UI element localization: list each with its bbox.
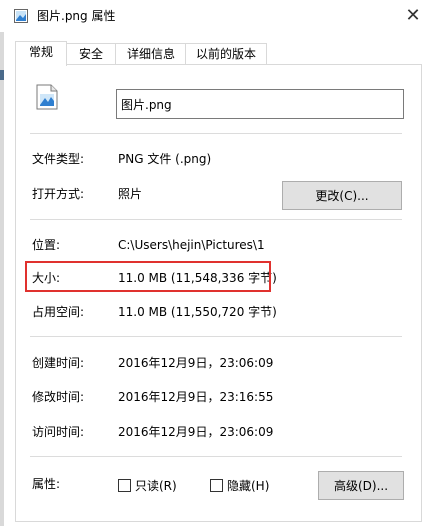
size-highlight-box bbox=[25, 261, 271, 292]
file-name-input[interactable] bbox=[121, 92, 391, 116]
tab-security[interactable]: 安全 bbox=[65, 43, 117, 65]
location-value: C:\Users\hejin\Pictures\1 bbox=[118, 238, 265, 252]
image-file-icon bbox=[14, 9, 28, 23]
accessed-value: 2016年12月9日，23:06:09 bbox=[118, 425, 274, 439]
background-window-accent bbox=[0, 70, 4, 80]
location-label: 位置: bbox=[32, 238, 61, 252]
divider bbox=[30, 336, 402, 337]
checkbox-box[interactable] bbox=[210, 479, 223, 492]
accessed-label: 访问时间: bbox=[32, 425, 85, 439]
tab-details[interactable]: 详细信息 bbox=[115, 43, 187, 65]
opens-with-label: 打开方式: bbox=[32, 187, 85, 201]
size-on-disk-label: 占用空间: bbox=[32, 305, 85, 319]
file-name-field[interactable] bbox=[116, 89, 404, 119]
opens-with-value: 照片 bbox=[118, 187, 143, 201]
advanced-button[interactable]: 高级(D)... bbox=[318, 471, 404, 500]
close-icon[interactable]: ✕ bbox=[398, 2, 428, 28]
change-button[interactable]: 更改(C)... bbox=[282, 181, 402, 210]
hidden-checkbox-label: 隐藏(H) bbox=[227, 479, 270, 493]
image-file-icon bbox=[36, 84, 58, 110]
modified-label: 修改时间: bbox=[32, 390, 85, 404]
readonly-checkbox[interactable]: 只读(R) bbox=[118, 477, 177, 494]
window-title: 图片.png 属性 bbox=[37, 9, 116, 23]
file-type-label: 文件类型: bbox=[32, 152, 85, 166]
checkbox-box[interactable] bbox=[118, 479, 131, 492]
hidden-checkbox[interactable]: 隐藏(H) bbox=[210, 477, 269, 494]
size-on-disk-value: 11.0 MB (11,550,720 字节) bbox=[118, 305, 277, 319]
divider bbox=[30, 219, 402, 220]
created-value: 2016年12月9日，23:06:09 bbox=[118, 356, 274, 370]
divider bbox=[30, 133, 402, 134]
file-type-value: PNG 文件 (.png) bbox=[118, 152, 212, 166]
tab-previous-versions[interactable]: 以前的版本 bbox=[185, 43, 267, 65]
created-label: 创建时间: bbox=[32, 356, 85, 370]
modified-value: 2016年12月9日，23:16:55 bbox=[118, 390, 274, 404]
background-window-edge bbox=[0, 32, 4, 526]
divider bbox=[30, 456, 402, 457]
attributes-label: 属性: bbox=[32, 477, 61, 491]
tab-general[interactable]: 常规 bbox=[15, 41, 67, 66]
readonly-checkbox-label: 只读(R) bbox=[135, 479, 177, 493]
